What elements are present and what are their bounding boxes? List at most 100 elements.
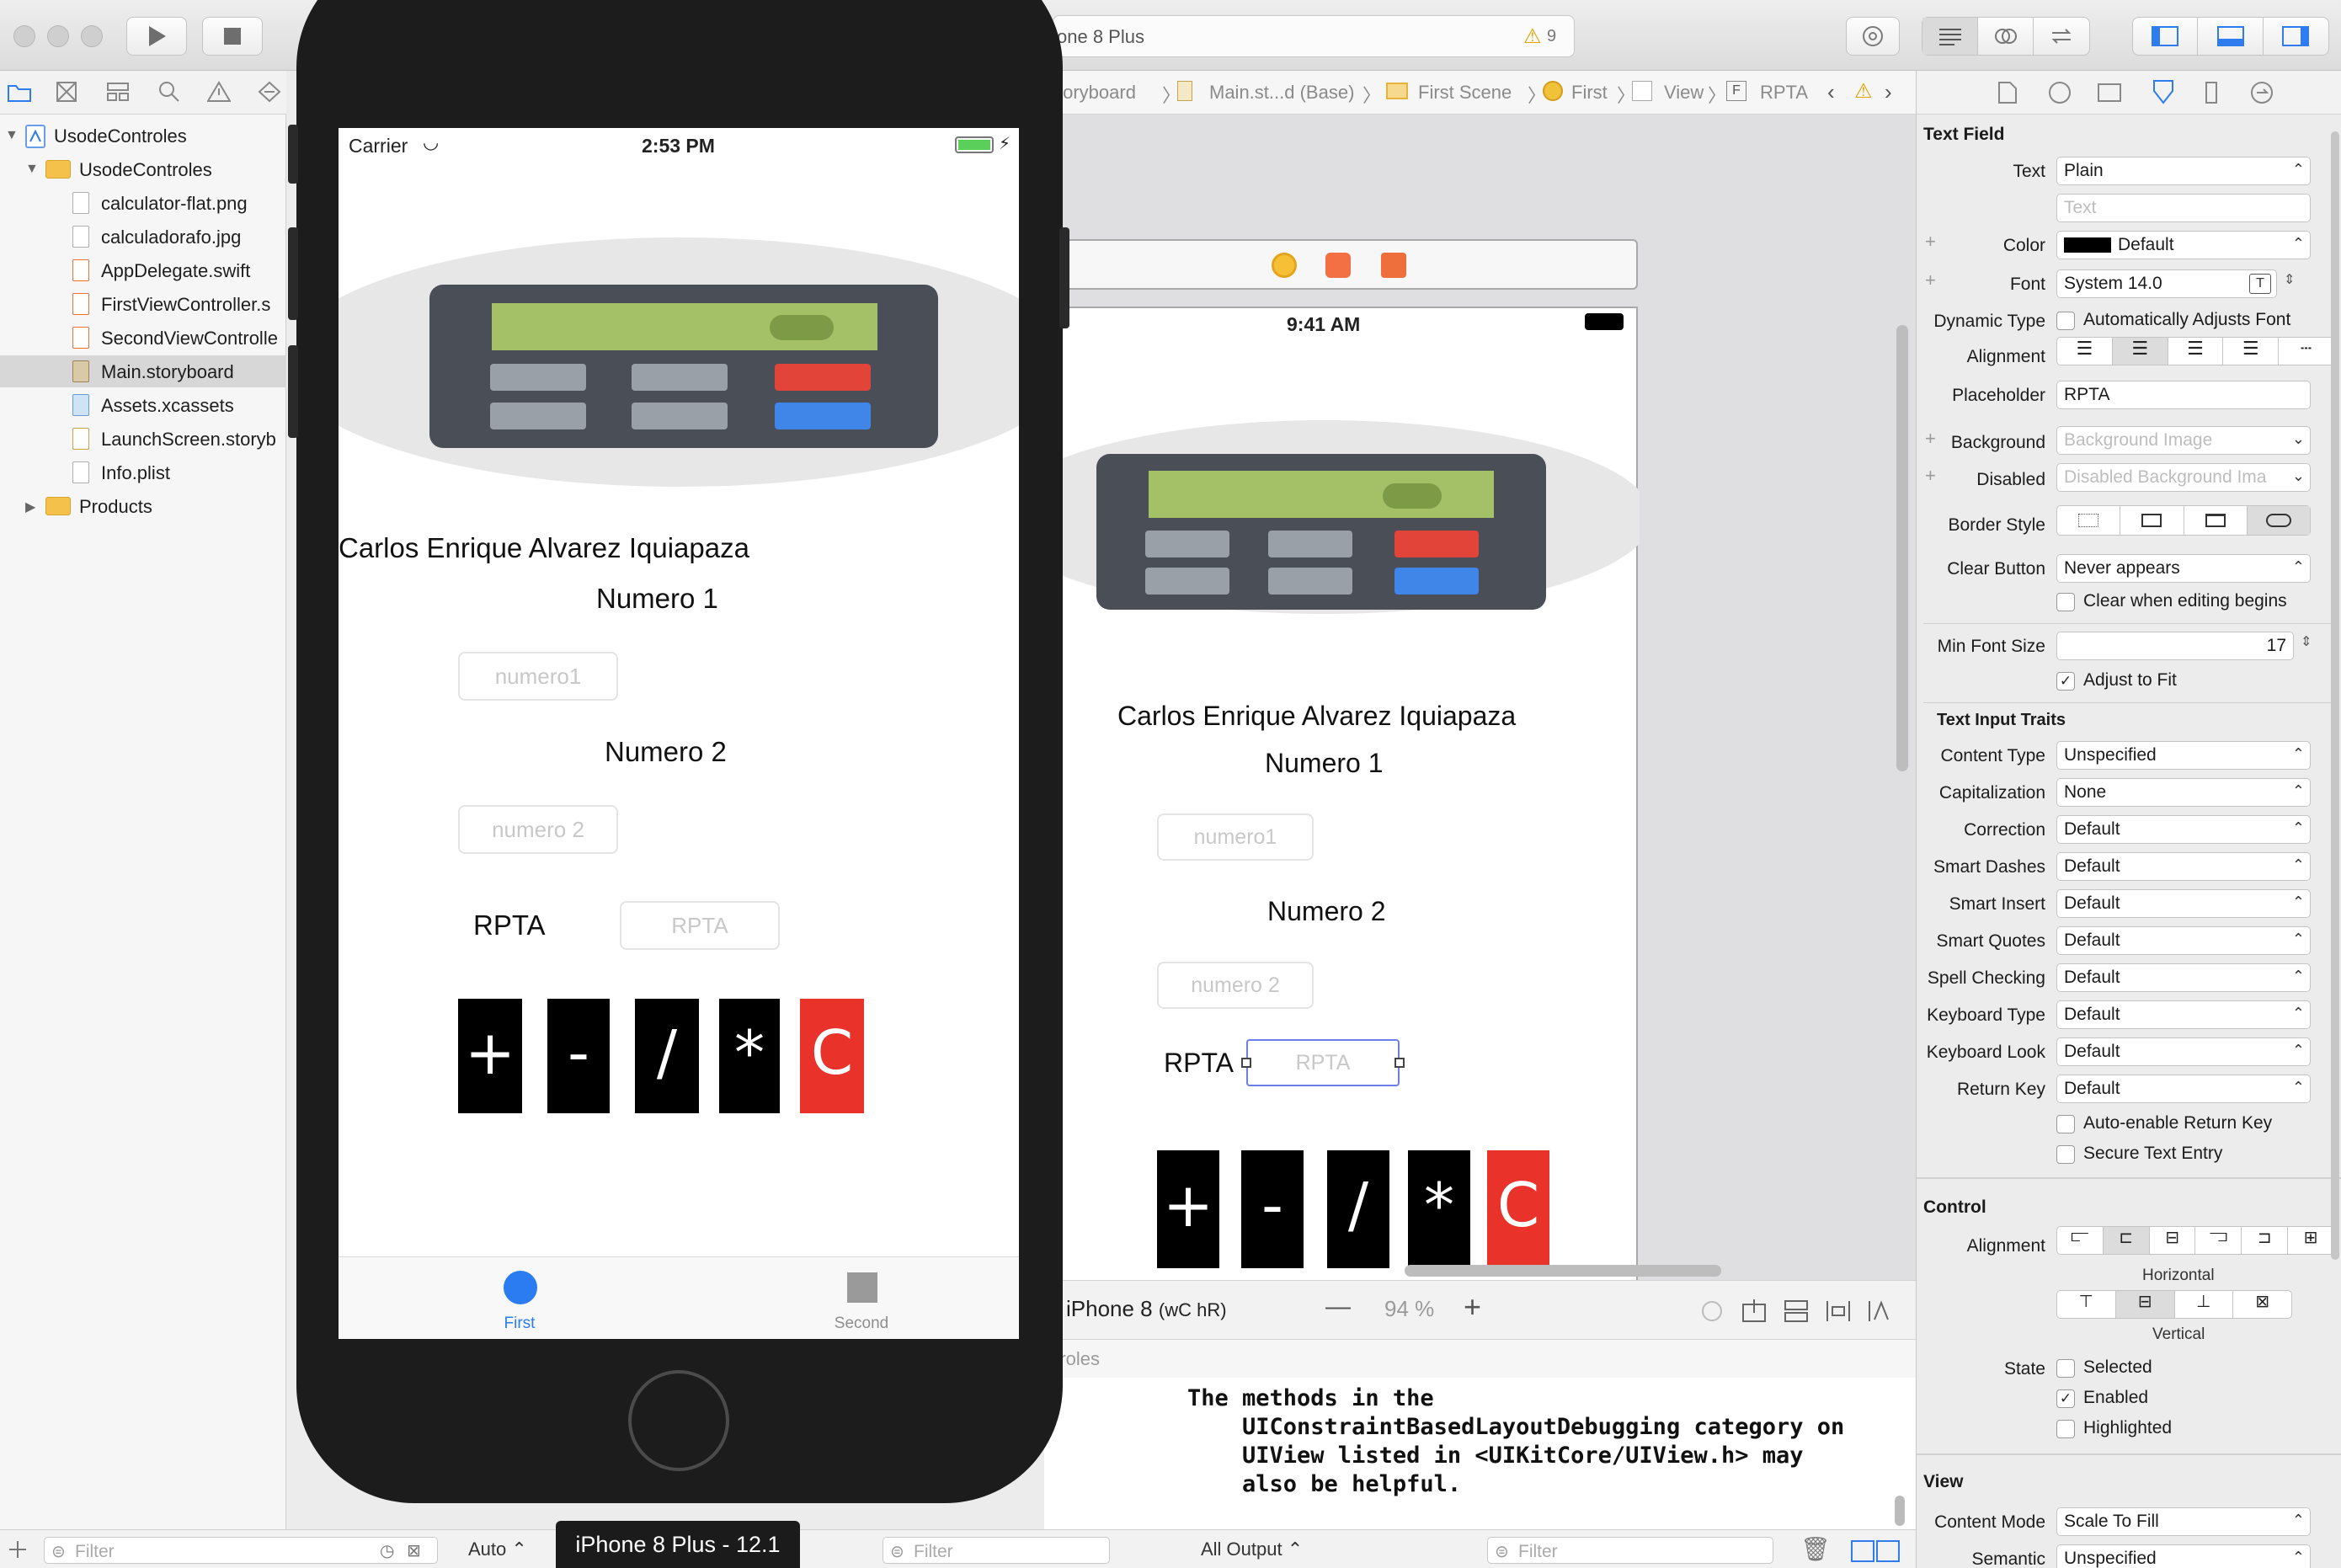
toggle-inspector-icon[interactable] (2264, 18, 2328, 55)
source-control-icon[interactable] (56, 81, 77, 103)
divide-button[interactable]: / (1327, 1150, 1389, 1268)
trait-popup[interactable]: Default ⌃ (2056, 852, 2311, 881)
add-button[interactable]: + (1157, 1150, 1219, 1268)
rpta-field[interactable]: RPTA (620, 901, 780, 950)
numero1-field[interactable]: numero1 (1157, 813, 1314, 861)
state-enabled-checkbox[interactable]: ✓ (2056, 1389, 2075, 1408)
numero2-field[interactable]: numero 2 (458, 805, 618, 854)
simulator-screen[interactable]: Carrier ◡ 2:53 PM ⚡ Carlos Enrique Alvar… (339, 128, 1019, 1339)
align-trailing-icon[interactable]: ⫎ (2195, 1227, 2242, 1254)
border-none-icon[interactable] (2057, 506, 2121, 535)
split-console-icon[interactable] (1851, 1540, 1901, 1562)
border-rounded-icon[interactable] (2247, 506, 2310, 535)
vertical-scrollbar[interactable] (1896, 325, 1908, 771)
add-button[interactable]: + (458, 999, 522, 1113)
zoom-window-button[interactable] (81, 25, 103, 47)
disclosure-open-icon[interactable]: ▼ (5, 128, 19, 143)
jump-item[interactable]: toryboard (1058, 82, 1136, 104)
nav-row-group[interactable]: ▼ UsodeControles (0, 153, 286, 185)
help-icon[interactable] (2048, 81, 2072, 104)
zoom-out-button[interactable]: — (1325, 1293, 1351, 1321)
trait-popup[interactable]: Default ⌃ (2056, 1000, 2311, 1029)
power-button[interactable] (1059, 227, 1069, 328)
align-icon[interactable] (1826, 1299, 1851, 1323)
text-type-popup[interactable]: Plain ⌃ (2056, 157, 2311, 185)
forward-chevron-icon[interactable]: › (1885, 79, 1892, 105)
min-font-field[interactable]: 17 (2056, 632, 2294, 660)
content-mode-popup[interactable]: Scale To Fill ⌃ (2056, 1507, 2311, 1536)
trait-popup[interactable]: Unspecified ⌃ (2056, 741, 2311, 770)
version-editor-icon[interactable] (2034, 18, 2089, 55)
issue-navigator-icon[interactable] (207, 81, 231, 103)
clear-button[interactable]: C (800, 999, 864, 1113)
disclosure-closed-icon[interactable]: ▶ (25, 499, 35, 515)
auto-enable-checkbox[interactable] (2056, 1115, 2075, 1133)
disabled-background-combo[interactable]: Disabled Background Ima ⌄ (2056, 463, 2311, 492)
identity-inspector-icon[interactable] (2097, 81, 2122, 104)
trait-popup[interactable]: Default ⌃ (2056, 1037, 2311, 1066)
state-selected-checkbox[interactable] (2056, 1359, 2075, 1378)
side-button[interactable] (288, 125, 298, 184)
nav-row-file[interactable]: calculadorafo.jpg (0, 221, 286, 253)
clear-button[interactable]: C (1487, 1150, 1549, 1268)
library-button[interactable] (1846, 17, 1900, 56)
chevron-down-icon[interactable]: ⌄ (2292, 467, 2305, 485)
font-picker-icon[interactable]: T (2249, 274, 2271, 294)
variables-scope-selector[interactable]: Auto ⌃ (468, 1539, 527, 1560)
color-popup[interactable]: Default ⌃ (2056, 231, 2311, 259)
align-top-icon[interactable]: ⊤ (2057, 1291, 2116, 1318)
align-fill-h-icon[interactable]: ⊞ (2288, 1227, 2333, 1254)
scm-filter-icon[interactable]: ⊠ (407, 1540, 421, 1561)
trait-popup[interactable]: Default ⌃ (2056, 926, 2311, 955)
divide-button[interactable]: / (635, 999, 699, 1113)
numero1-field[interactable]: numero1 (458, 652, 618, 701)
standard-editor-icon[interactable] (1922, 18, 1978, 55)
align-bottom-icon[interactable]: ⊥ (2175, 1291, 2234, 1318)
nav-row-file[interactable]: LaunchScreen.storyb (0, 423, 286, 455)
resize-handle[interactable] (1241, 1058, 1251, 1068)
add-icon[interactable] (8, 1540, 27, 1559)
align-center-v-icon[interactable]: ⊟ (2115, 1291, 2175, 1318)
subtract-button[interactable]: - (1241, 1150, 1304, 1268)
align-fill-v-icon[interactable]: ⊠ (2233, 1291, 2291, 1318)
state-highlighted-checkbox[interactable] (2056, 1420, 2075, 1438)
test-navigator-icon[interactable] (258, 81, 281, 103)
output-selector[interactable]: All Output ⌃ (1201, 1539, 1303, 1560)
back-chevron-icon[interactable]: ‹ (1827, 79, 1835, 105)
first-responder-icon[interactable] (1325, 253, 1351, 278)
align-center-h-icon[interactable]: ⊟ (2150, 1227, 2196, 1254)
multiply-button[interactable]: * (719, 999, 780, 1113)
align-natural-icon[interactable]: ┄ (2279, 338, 2333, 365)
run-button[interactable] (126, 17, 187, 56)
volume-up-button[interactable] (288, 227, 298, 320)
secure-entry-checkbox[interactable] (2056, 1145, 2075, 1164)
jump-item[interactable]: View (1664, 82, 1704, 104)
background-combo[interactable]: Background Image ⌄ (2056, 426, 2311, 455)
multiply-button[interactable]: * (1408, 1150, 1470, 1268)
symbol-navigator-icon[interactable] (106, 81, 130, 103)
jump-item[interactable]: RPTA (1760, 82, 1808, 104)
tab-second[interactable]: Second (807, 1257, 916, 1339)
zoom-in-button[interactable]: + (1464, 1289, 1481, 1325)
navigator-filter-field[interactable]: ⊜ Filter ◷ ⊠ (44, 1537, 438, 1564)
font-field[interactable]: System 14.0 T (2056, 269, 2277, 298)
trait-popup[interactable]: Default ⌃ (2056, 963, 2311, 992)
exit-icon[interactable] (1381, 253, 1406, 278)
nav-row-file-selected[interactable]: Main.storyboard (0, 355, 286, 387)
placeholder-field[interactable]: RPTA (2056, 381, 2311, 409)
subtract-button[interactable]: - (547, 999, 610, 1113)
trait-popup[interactable]: Default ⌃ (2056, 889, 2311, 918)
align-right-edge-icon[interactable]: ⊐ (2242, 1227, 2289, 1254)
attributes-inspector-icon[interactable] (2151, 79, 2176, 104)
nav-row-file[interactable]: AppDelegate.swift (0, 254, 286, 286)
horizontal-scrollbar[interactable] (1405, 1265, 1721, 1277)
project-navigator-icon[interactable] (7, 81, 32, 103)
nav-row-products[interactable]: ▶ Products (0, 490, 286, 522)
stop-button[interactable] (202, 17, 263, 56)
jump-item[interactable]: Main.st...d (Base) (1209, 82, 1354, 104)
rpta-field-selected[interactable]: RPTA (1246, 1039, 1400, 1086)
console-scrollbar[interactable] (1895, 1496, 1905, 1526)
nav-row-file[interactable]: calculator-flat.png (0, 187, 286, 219)
assistant-editor-icon[interactable] (1978, 18, 2034, 55)
align-center-icon[interactable]: ☰ (2112, 338, 2168, 365)
